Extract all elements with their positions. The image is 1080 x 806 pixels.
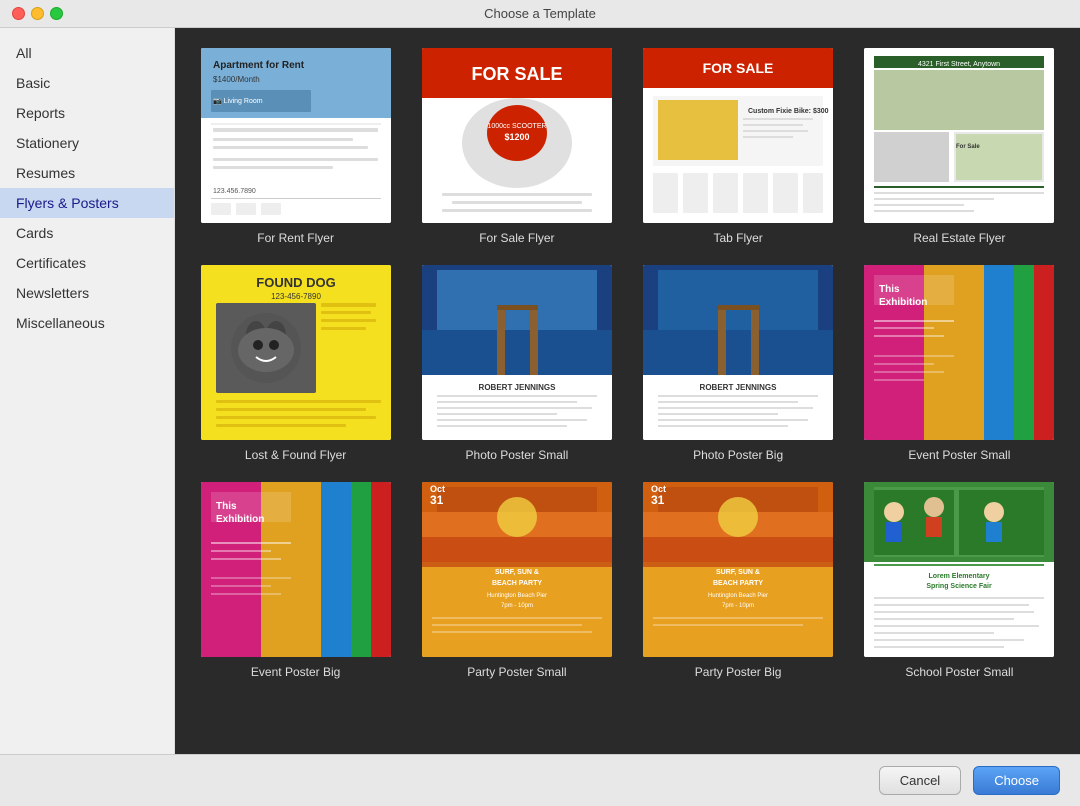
svg-text:BEACH PARTY: BEACH PARTY (713, 580, 763, 587)
template-item-for-rent-flyer[interactable]: Apartment for Rent $1400/Month 📷 Living … (195, 48, 396, 245)
svg-text:4321 First Street, Anytown: 4321 First Street, Anytown (918, 61, 1000, 68)
close-button[interactable] (12, 7, 25, 20)
svg-text:Exhibition: Exhibition (216, 514, 264, 525)
svg-text:ROBERT JENNINGS: ROBERT JENNINGS (700, 383, 778, 392)
template-thumb-event-poster-small: This Exhibition (864, 265, 1054, 440)
sidebar-item-cards[interactable]: Cards (0, 218, 174, 248)
minimize-button[interactable] (31, 7, 44, 20)
svg-text:Lorem Elementary: Lorem Elementary (929, 573, 990, 580)
svg-text:$1400/Month: $1400/Month (213, 75, 260, 84)
traffic-lights (12, 7, 63, 20)
choose-button[interactable]: Choose (973, 766, 1060, 795)
template-thumb-school-poster-small: Lorem Elementary Spring Science Fair (864, 482, 1054, 657)
template-thumb-for-sale-flyer: FOR SALE 1000cc SCOOTER $1200 (422, 48, 612, 223)
svg-text:7pm - 10pm: 7pm - 10pm (501, 603, 533, 609)
template-area[interactable]: Apartment for Rent $1400/Month 📷 Living … (175, 28, 1080, 754)
template-thumb-event-poster-big: This Exhibition (201, 482, 391, 657)
svg-text:ROBERT JENNINGS: ROBERT JENNINGS (478, 383, 556, 392)
svg-text:FOUND DOG: FOUND DOG (256, 275, 335, 290)
svg-text:FOR SALE: FOR SALE (703, 60, 774, 76)
maximize-button[interactable] (50, 7, 63, 20)
template-item-party-poster-big[interactable]: SURF, SUN & BEACH PARTY Huntington Beach… (638, 482, 839, 679)
sidebar: AllBasicReportsStationeryResumesFlyers &… (0, 28, 175, 754)
cancel-button[interactable]: Cancel (879, 766, 961, 795)
sidebar-item-flyers-posters[interactable]: Flyers & Posters (0, 188, 174, 218)
main-content: AllBasicReportsStationeryResumesFlyers &… (0, 28, 1080, 754)
template-label-tab-flyer: Tab Flyer (713, 231, 762, 245)
svg-text:BEACH PARTY: BEACH PARTY (492, 580, 542, 587)
sidebar-item-basic[interactable]: Basic (0, 68, 174, 98)
template-label-school-poster-small: School Poster Small (905, 665, 1013, 679)
svg-text:123-456-7890: 123-456-7890 (271, 292, 321, 301)
sidebar-item-certificates[interactable]: Certificates (0, 248, 174, 278)
template-label-event-poster-big: Event Poster Big (251, 665, 340, 679)
bottom-bar: Cancel Choose (0, 754, 1080, 806)
sidebar-item-stationery[interactable]: Stationery (0, 128, 174, 158)
template-thumb-photo-poster-small: ROBERT JENNINGS (422, 265, 612, 440)
template-item-tab-flyer[interactable]: FOR SALE Custom Fixie Bike: $300 Tab Fly… (638, 48, 839, 245)
template-label-party-poster-small: Party Poster Small (467, 665, 566, 679)
template-item-photo-poster-small[interactable]: ROBERT JENNINGS Photo Poster Small (416, 265, 617, 462)
template-grid: Apartment for Rent $1400/Month 📷 Living … (195, 48, 1060, 679)
template-label-photo-poster-small: Photo Poster Small (466, 448, 569, 462)
template-item-photo-poster-big[interactable]: ROBERT JENNINGS Photo Poster Big (638, 265, 839, 462)
template-item-lost-found-flyer[interactable]: FOUND DOG 123-456-7890 Lost & Found Flye… (195, 265, 396, 462)
template-item-event-poster-big[interactable]: This Exhibition Event Poster Big (195, 482, 396, 679)
svg-text:SURF, SUN &: SURF, SUN & (495, 569, 539, 576)
template-thumb-lost-found-flyer: FOUND DOG 123-456-7890 (201, 265, 391, 440)
template-label-photo-poster-big: Photo Poster Big (693, 448, 783, 462)
svg-text:📷 Living Room: 📷 Living Room (213, 97, 263, 105)
window-title: Choose a Template (484, 6, 596, 21)
template-item-real-estate-flyer[interactable]: 4321 First Street, Anytown For Sale Real… (859, 48, 1060, 245)
sidebar-item-miscellaneous[interactable]: Miscellaneous (0, 308, 174, 338)
template-item-event-poster-small[interactable]: This Exhibition Event Poster Small (859, 265, 1060, 462)
template-thumb-tab-flyer: FOR SALE Custom Fixie Bike: $300 (643, 48, 833, 223)
template-thumb-party-poster-big: SURF, SUN & BEACH PARTY Huntington Beach… (643, 482, 833, 657)
template-label-for-sale-flyer: For Sale Flyer (479, 231, 554, 245)
template-label-lost-found-flyer: Lost & Found Flyer (245, 448, 346, 462)
template-item-for-sale-flyer[interactable]: FOR SALE 1000cc SCOOTER $1200 For Sale F… (416, 48, 617, 245)
template-label-party-poster-big: Party Poster Big (695, 665, 782, 679)
svg-text:7pm - 10pm: 7pm - 10pm (722, 603, 754, 609)
svg-text:For Sale: For Sale (956, 144, 980, 150)
svg-text:This: This (216, 501, 237, 512)
template-label-real-estate-flyer: Real Estate Flyer (913, 231, 1005, 245)
svg-text:Custom Fixie Bike: $300: Custom Fixie Bike: $300 (748, 108, 829, 115)
template-label-for-rent-flyer: For Rent Flyer (257, 231, 334, 245)
template-thumb-party-poster-small: SURF, SUN & BEACH PARTY Huntington Beach… (422, 482, 612, 657)
template-thumb-photo-poster-big: ROBERT JENNINGS (643, 265, 833, 440)
svg-text:31: 31 (430, 493, 444, 507)
svg-text:123.456.7890: 123.456.7890 (213, 188, 256, 195)
svg-text:Apartment for Rent: Apartment for Rent (213, 60, 305, 71)
title-bar: Choose a Template (0, 0, 1080, 28)
svg-text:$1200: $1200 (504, 132, 529, 142)
sidebar-item-reports[interactable]: Reports (0, 98, 174, 128)
sidebar-item-resumes[interactable]: Resumes (0, 158, 174, 188)
sidebar-item-all[interactable]: All (0, 38, 174, 68)
svg-text:Spring Science Fair: Spring Science Fair (927, 583, 993, 590)
svg-text:31: 31 (651, 493, 665, 507)
template-item-school-poster-small[interactable]: Lorem Elementary Spring Science Fair Sch… (859, 482, 1060, 679)
svg-text:1000cc SCOOTER: 1000cc SCOOTER (487, 123, 546, 130)
svg-text:Exhibition: Exhibition (879, 297, 927, 308)
svg-text:Huntington Beach Pier: Huntington Beach Pier (487, 593, 547, 599)
template-item-party-poster-small[interactable]: SURF, SUN & BEACH PARTY Huntington Beach… (416, 482, 617, 679)
sidebar-item-newsletters[interactable]: Newsletters (0, 278, 174, 308)
template-label-event-poster-small: Event Poster Small (908, 448, 1010, 462)
svg-text:FOR SALE: FOR SALE (471, 64, 562, 84)
template-thumb-real-estate-flyer: 4321 First Street, Anytown For Sale (864, 48, 1054, 223)
svg-text:Huntington Beach Pier: Huntington Beach Pier (708, 593, 768, 599)
template-thumb-for-rent-flyer: Apartment for Rent $1400/Month 📷 Living … (201, 48, 391, 223)
svg-text:SURF, SUN &: SURF, SUN & (716, 569, 760, 576)
svg-text:This: This (879, 284, 900, 295)
